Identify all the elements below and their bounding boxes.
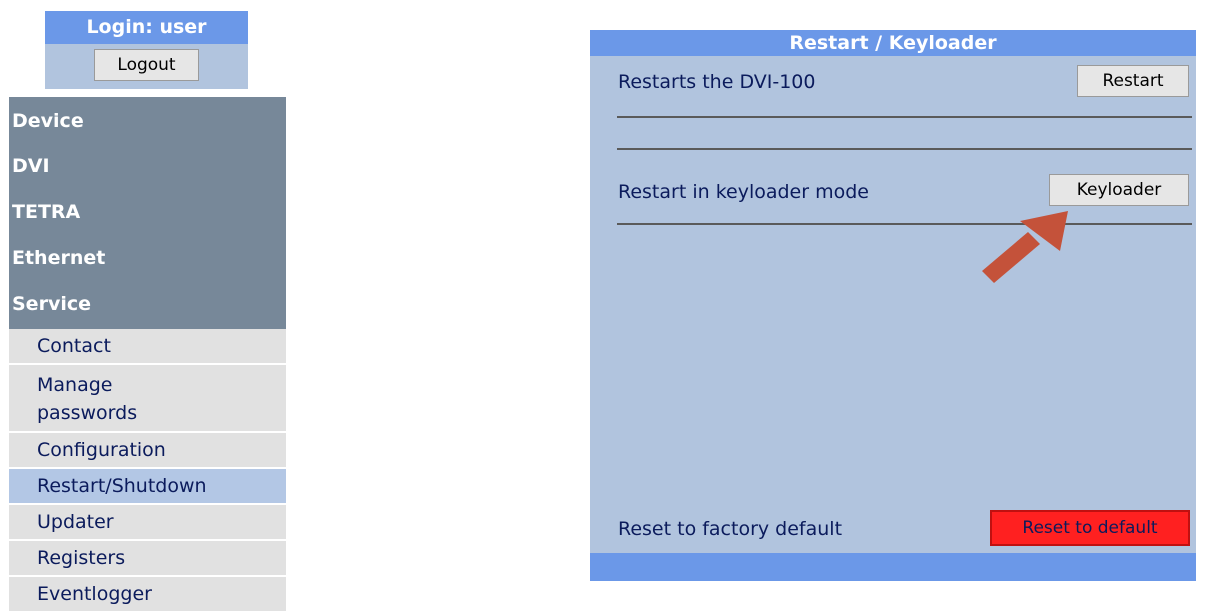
sidebar: Device DVI TETRA Ethernet Service Contac… <box>9 97 286 613</box>
reset-to-default-button[interactable]: Reset to default <box>990 510 1190 546</box>
keyloader-description: Restart in keyloader mode <box>618 181 869 203</box>
restart-button[interactable]: Restart <box>1077 65 1189 97</box>
sidebar-item-registers[interactable]: Registers <box>9 541 286 577</box>
panel-footer <box>590 553 1196 581</box>
category-device[interactable]: Device <box>9 97 286 143</box>
category-ethernet[interactable]: Ethernet <box>9 235 286 281</box>
reset-description: Reset to factory default <box>618 518 843 540</box>
login-box: Login: user Logout <box>45 11 248 89</box>
category-tetra[interactable]: TETRA <box>9 189 286 235</box>
category-dvi[interactable]: DVI <box>9 143 286 189</box>
divider <box>617 148 1192 150</box>
sidebar-item-updater[interactable]: Updater <box>9 505 286 541</box>
sidebar-item-contact[interactable]: Contact <box>9 329 286 365</box>
sidebar-item-restart-shutdown[interactable]: Restart/Shutdown <box>9 469 286 505</box>
keyloader-button[interactable]: Keyloader <box>1049 174 1189 206</box>
panel-title: Restart / Keyloader <box>590 30 1196 56</box>
restart-keyloader-panel: Restart / Keyloader Restarts the DVI-100… <box>590 30 1196 581</box>
restart-description: Restarts the DVI-100 <box>618 71 816 93</box>
login-title: Login: user <box>45 11 248 44</box>
divider <box>617 116 1192 118</box>
arrow-annotation-icon <box>982 211 1068 283</box>
sidebar-item-manage-passwords[interactable]: Manage passwords <box>9 365 286 433</box>
logout-button[interactable]: Logout <box>94 49 199 81</box>
sidebar-item-configuration[interactable]: Configuration <box>9 433 286 469</box>
divider <box>617 223 1192 225</box>
category-list: Device DVI TETRA Ethernet Service <box>9 97 286 329</box>
category-service[interactable]: Service <box>9 281 286 327</box>
